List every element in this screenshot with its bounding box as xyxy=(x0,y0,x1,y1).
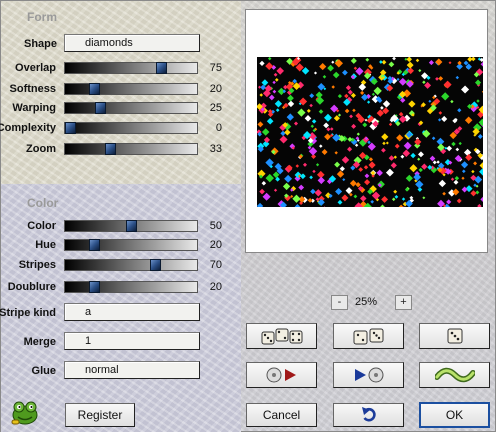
random-one-button[interactable] xyxy=(419,323,490,349)
overlap-slider[interactable] xyxy=(64,62,198,74)
load-preset-icon xyxy=(266,367,296,383)
stripes-slider[interactable] xyxy=(64,259,198,271)
doublure-slider[interactable] xyxy=(64,281,198,293)
ok-button[interactable]: OK xyxy=(419,402,490,428)
color-slider-label: Color xyxy=(27,220,56,232)
logo xyxy=(9,399,41,428)
cancel-button[interactable]: Cancel xyxy=(246,403,317,427)
hue-slider-thumb[interactable] xyxy=(89,239,100,251)
three-dice-icon xyxy=(261,328,302,345)
warping-value: 25 xyxy=(209,102,222,114)
save-preset-button[interactable] xyxy=(333,362,404,388)
stripe-kind-field[interactable]: a xyxy=(64,303,200,321)
glue-field[interactable]: normal xyxy=(64,361,200,379)
zoom-slider[interactable] xyxy=(64,143,198,155)
zoom-value: 33 xyxy=(209,143,222,155)
one-die-icon xyxy=(447,328,462,344)
save-preset-icon xyxy=(354,367,383,383)
preview-frame xyxy=(245,9,488,253)
hue-value: 20 xyxy=(209,239,222,251)
random-some-button[interactable] xyxy=(333,323,404,349)
zoom-out-button[interactable]: - xyxy=(331,295,348,310)
softness-label: Softness xyxy=(9,83,56,95)
color-section-title: Color xyxy=(27,196,59,210)
stripe-kind-label: Stripe kind xyxy=(0,307,56,319)
zoom-slider-thumb[interactable] xyxy=(105,143,116,155)
warping-slider[interactable] xyxy=(64,102,198,114)
merge-field[interactable]: 1 xyxy=(64,332,200,350)
random-all-button[interactable] xyxy=(246,323,317,349)
hue-label: Hue xyxy=(35,239,56,251)
wave-icon xyxy=(434,367,475,383)
load-preset-button[interactable] xyxy=(246,362,317,388)
overlap-slider-thumb[interactable] xyxy=(156,62,167,74)
warping-label: Warping xyxy=(12,102,56,114)
zoom-label: Zoom xyxy=(26,143,56,155)
merge-label: Merge xyxy=(23,336,56,348)
two-dice-icon xyxy=(353,328,383,345)
stripes-label: Stripes xyxy=(18,259,56,271)
doublure-slider-thumb[interactable] xyxy=(89,281,100,293)
softness-value: 20 xyxy=(209,83,222,95)
glue-label: Glue xyxy=(31,365,56,377)
shape-label: Shape xyxy=(23,38,57,50)
complexity-slider-thumb[interactable] xyxy=(65,122,76,134)
shape-field[interactable]: diamonds xyxy=(64,34,200,52)
wave-button[interactable] xyxy=(419,362,490,388)
color-slider-value: 50 xyxy=(209,220,222,232)
warping-slider-thumb[interactable] xyxy=(95,102,106,114)
softness-slider-thumb[interactable] xyxy=(89,83,100,95)
form-section-title: Form xyxy=(27,10,57,24)
doublure-label: Doublure xyxy=(7,281,56,293)
zoom-level: 25% xyxy=(355,296,378,308)
undo-button[interactable] xyxy=(333,403,404,427)
register-button[interactable]: Register xyxy=(65,403,135,427)
softness-slider[interactable] xyxy=(64,83,198,95)
color-slider-thumb[interactable] xyxy=(126,220,137,232)
preview-image xyxy=(257,57,483,207)
overlap-label: Overlap xyxy=(15,62,56,74)
stripes-value: 70 xyxy=(209,259,222,271)
hue-slider[interactable] xyxy=(64,239,198,251)
color-slider[interactable] xyxy=(64,220,198,232)
complexity-slider[interactable] xyxy=(64,122,198,134)
overlap-value: 75 xyxy=(209,62,222,74)
complexity-value: 0 xyxy=(215,122,222,134)
complexity-label: Complexity xyxy=(0,122,56,134)
undo-arrow-icon xyxy=(361,407,376,422)
green-frog-mascot-icon xyxy=(11,401,38,425)
stripes-slider-thumb[interactable] xyxy=(150,259,161,271)
doublure-value: 20 xyxy=(209,281,222,293)
zoom-in-button[interactable]: + xyxy=(395,295,412,310)
filter-dialog: Form Shape diamonds Color Overlap 75 Sof… xyxy=(0,0,496,432)
